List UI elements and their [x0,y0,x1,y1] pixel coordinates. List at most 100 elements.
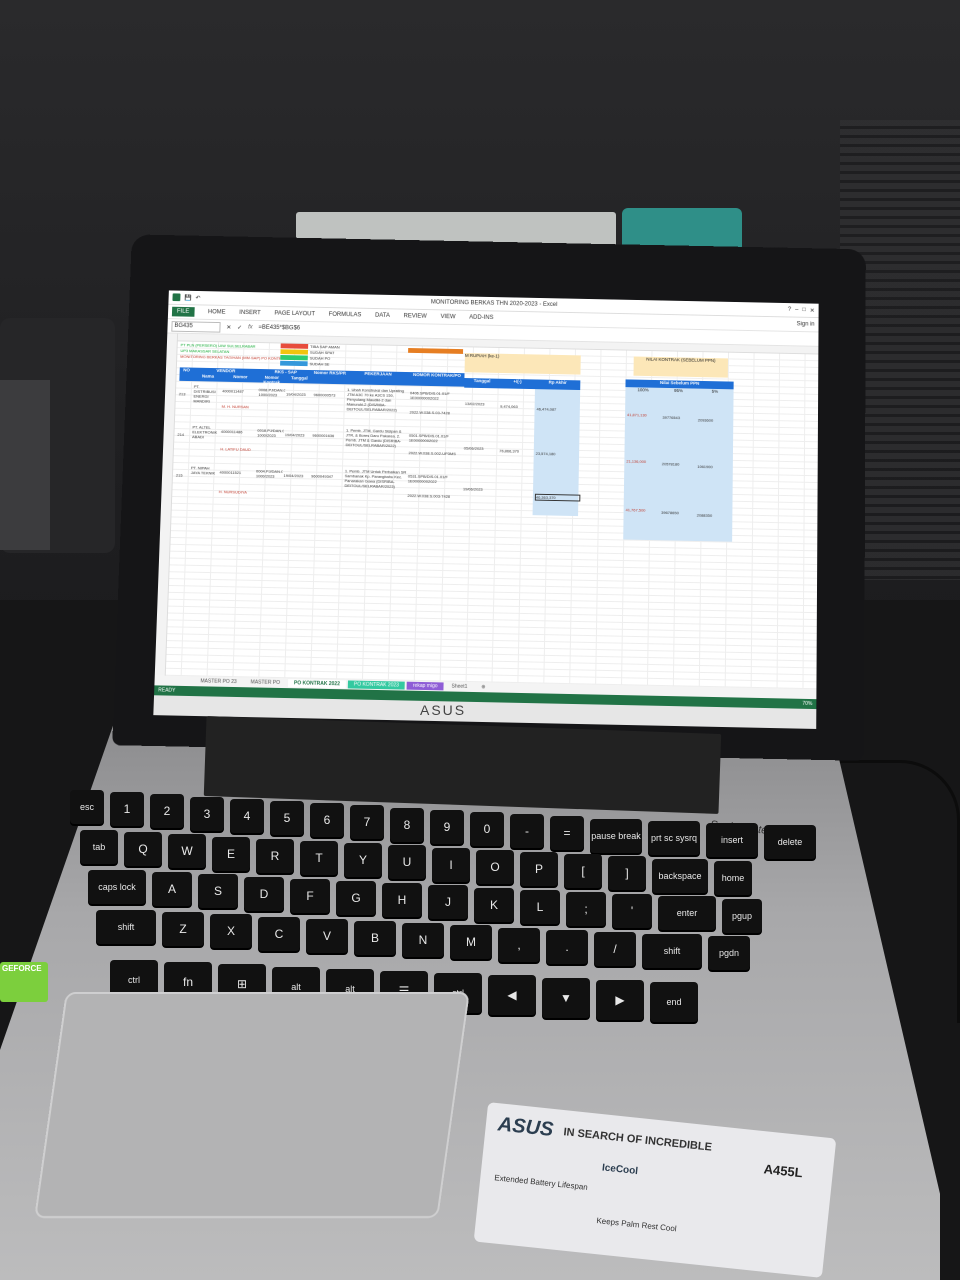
row-vendor: PT. NIPAH JAYA TEKNIK [191,465,219,475]
maximize-icon[interactable]: □ [802,307,806,313]
help-icon[interactable]: ? [788,307,791,313]
ribbon-tab-home[interactable]: HOME [208,309,226,315]
key-capslock[interactable]: caps lock [88,870,146,904]
key-enter[interactable]: enter [658,896,716,930]
key-g[interactable]: G [336,881,376,915]
key-m[interactable]: M [450,925,492,959]
cancel-icon[interactable]: ✕ [226,324,231,331]
key-8[interactable]: 8 [390,808,424,842]
key-e[interactable]: E [212,837,250,871]
key-[interactable]: [ [564,854,602,888]
ribbon-tab-review[interactable]: REVIEW [404,313,427,319]
sheet-tab-rekap-migo[interactable]: rekap migo [407,682,444,691]
sheet-tab-master-po-23[interactable]: MASTER PO 23 [194,677,242,686]
formula-input[interactable]: =BE435*$BG$6 [258,325,300,332]
key-end[interactable]: end [650,982,698,1022]
key-d[interactable]: D [244,877,284,911]
key-0[interactable]: 0 [470,812,504,846]
ribbon-tab-view[interactable]: VIEW [440,314,455,320]
sheet-tab-master-po[interactable]: MASTER PO [245,678,287,687]
key-9[interactable]: 9 [430,810,464,844]
key-[interactable]: ◀ [488,975,536,1015]
key-shift[interactable]: shift [642,934,702,968]
key-home[interactable]: home [714,861,752,895]
row-tanggal: 19/04/2023 [285,432,312,437]
key-n[interactable]: N [402,923,444,957]
key-o[interactable]: O [476,850,514,884]
ribbon-tab-file[interactable]: FILE [172,307,195,317]
ribbon-tab-add-ins[interactable]: ADD-INS [469,315,493,321]
key-[interactable]: = [550,816,584,850]
close-icon[interactable]: ✕ [810,307,815,314]
key-a[interactable]: A [152,872,192,906]
ribbon-tab-page-layout[interactable]: PAGE LAYOUT [274,311,315,318]
key-5[interactable]: 5 [270,801,304,835]
key-q[interactable]: Q [124,832,162,866]
sheet-tab-sheet1[interactable]: Sheet1 [445,682,473,691]
key-2[interactable]: 2 [150,794,184,828]
key-[interactable]: , [498,928,540,962]
zoom-level[interactable]: 70% [802,701,812,707]
key-3[interactable]: 3 [190,797,224,831]
sheet-tab-po-kontrak-2023[interactable]: PO KONTRAK 2023 [348,680,405,689]
key-i[interactable]: I [432,848,470,882]
key-shift[interactable]: shift [96,910,156,944]
enter-icon[interactable]: ✓ [237,324,242,331]
key-[interactable]: / [594,932,636,966]
name-box[interactable]: BG435 [171,321,220,333]
key-tab[interactable]: tab [80,830,118,864]
photo-scene: 💾 ↶ MONITORING BERKAS THN 2020-2023 - Ex… [0,0,960,1280]
key-insert[interactable]: insert [706,823,758,857]
key-pausebreak[interactable]: pause break [590,819,642,853]
key-b[interactable]: B [354,921,396,955]
key-[interactable]: . [546,930,588,964]
spreadsheet-grid[interactable]: PT PLN (PERSERO) UIW SULSELRABAR UP3 MAK… [154,333,818,702]
key-f[interactable]: F [290,879,330,913]
key-k[interactable]: K [474,888,514,922]
key-[interactable]: - [510,814,544,848]
key-u[interactable]: U [388,845,426,879]
key-1[interactable]: 1 [110,792,144,826]
key-7[interactable]: 7 [350,805,384,839]
touchpad[interactable] [34,992,470,1218]
key-v[interactable]: V [306,919,348,953]
key-esc[interactable]: esc [70,790,104,824]
save-icon[interactable]: 💾 [184,294,192,301]
ribbon-tab-data[interactable]: DATA [375,313,390,319]
ribbon-tab-formulas[interactable]: FORMULAS [329,312,362,318]
key-r[interactable]: R [256,839,294,873]
key-j[interactable]: J [428,885,468,919]
sheet-tab-po-kontrak-2022[interactable]: PO KONTRAK 2022 [288,679,346,688]
key-pgdn[interactable]: pgdn [708,936,750,970]
key-delete[interactable]: delete [764,825,816,859]
key-[interactable]: ] [608,856,646,890]
key-p[interactable]: P [520,852,558,886]
key-l[interactable]: L [520,890,560,924]
minimize-icon[interactable]: – [795,307,798,313]
key-z[interactable]: Z [162,912,204,946]
key-pgup[interactable]: pgup [722,899,762,933]
key-s[interactable]: S [198,874,238,908]
key-y[interactable]: Y [344,843,382,877]
key-[interactable]: ▶ [596,980,644,1020]
key-x[interactable]: X [210,914,252,948]
key-4[interactable]: 4 [230,799,264,833]
key-[interactable]: ; [566,892,606,926]
rupiah-header: M RUPIAH (ke-1) [465,353,581,375]
key-h[interactable]: H [382,883,422,917]
key-t[interactable]: T [300,841,338,875]
row-rp-akhir[interactable]: 46,363,370 [535,494,581,502]
key-[interactable]: ' [612,894,652,928]
row-v5: 2093600 [698,418,733,424]
undo-icon[interactable]: ↶ [195,294,200,301]
fx-icon[interactable]: fx [248,325,253,331]
key-[interactable]: ▼ [542,978,590,1018]
sign-in-link[interactable]: Sign in [797,321,819,327]
key-backspace[interactable]: backspace [652,859,708,893]
ribbon-tab-insert[interactable]: INSERT [239,310,261,316]
key-c[interactable]: C [258,917,300,951]
key-6[interactable]: 6 [310,803,344,837]
key-prtscsysrq[interactable]: prt sc sysrq [648,821,700,855]
add-sheet-icon[interactable]: ⊕ [475,683,491,691]
key-w[interactable]: W [168,834,206,868]
